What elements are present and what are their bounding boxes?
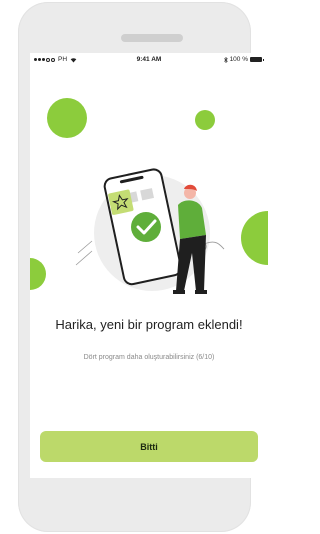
decor-circle-large bbox=[47, 98, 87, 138]
status-bar-right: 100 % bbox=[223, 56, 264, 63]
star-card-icon bbox=[108, 189, 134, 215]
checkmark-icon bbox=[131, 212, 161, 242]
battery-icon bbox=[250, 57, 264, 62]
phone-speaker bbox=[121, 34, 183, 42]
status-bar: PH 9:41 AM 100 % bbox=[30, 53, 268, 67]
decor-circle-small bbox=[195, 110, 215, 130]
battery-percent: 100 % bbox=[229, 56, 248, 63]
done-button[interactable]: Bitti bbox=[40, 431, 258, 462]
page-title: Harika, yeni bir program eklendi! bbox=[55, 317, 243, 332]
page-subtitle: Dört program daha oluşturabilirsiniz (6/… bbox=[83, 354, 215, 361]
bluetooth-icon bbox=[223, 56, 228, 63]
decor-circle-right bbox=[241, 211, 268, 265]
success-illustration bbox=[75, 168, 225, 294]
decor-circle-left bbox=[30, 258, 46, 290]
phone-screen: PH 9:41 AM 100 % Harika, yeni bir progra… bbox=[30, 53, 268, 478]
